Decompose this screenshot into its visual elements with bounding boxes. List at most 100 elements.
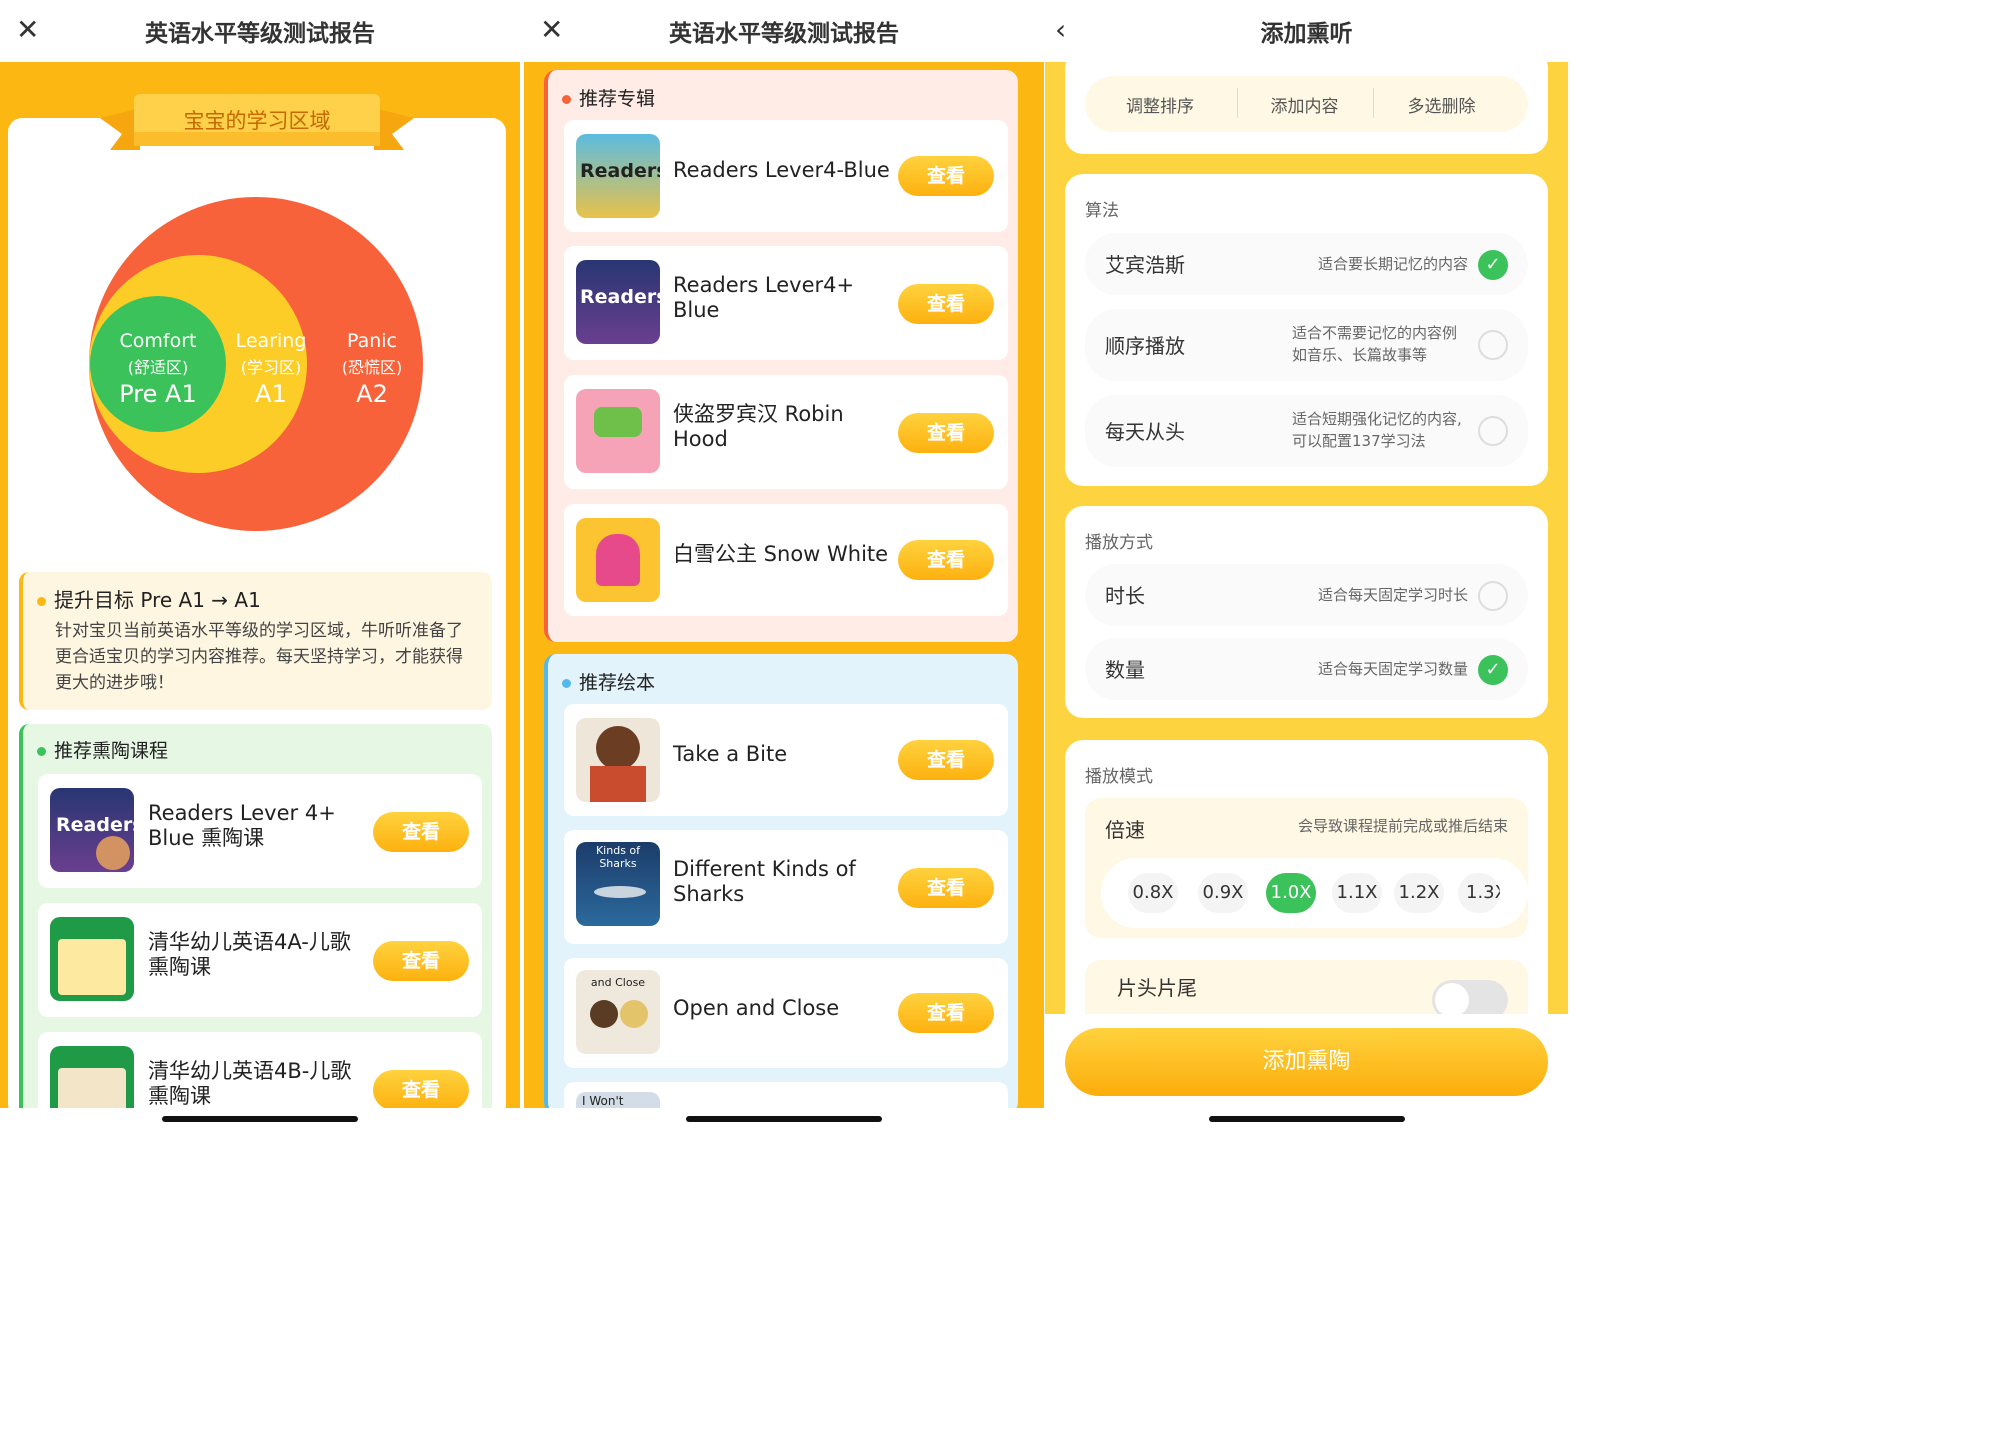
- album-item[interactable]: Readers Readers Lever4+ Blue 查看: [564, 246, 1008, 360]
- algorithm-card: 算法 艾宾浩斯 适合要长期记忆的内容 ✓ 顺序播放 适合不需要记忆的内容例如音乐…: [1065, 174, 1548, 486]
- algo-option-ebbinghaus[interactable]: 艾宾浩斯 适合要长期记忆的内容 ✓: [1085, 233, 1528, 295]
- add-button[interactable]: 添加熏陶: [1065, 1028, 1548, 1096]
- speed-chip-0.8x[interactable]: 0.8X: [1128, 873, 1178, 913]
- cover-art: [58, 939, 126, 995]
- book-title: Open and Close: [673, 996, 840, 1020]
- cover-art: [620, 1000, 648, 1028]
- bullet-dot: [562, 679, 571, 688]
- album-cover: Readers: [576, 134, 660, 218]
- speed-chip-1.0x[interactable]: 1.0X: [1266, 873, 1316, 913]
- course-title: 清华幼儿英语4A-儿歌熏陶课: [148, 930, 351, 979]
- course-item[interactable]: 清华幼儿英语4A-儿歌熏陶课 查看: [38, 903, 482, 1017]
- book-cover: and Close: [576, 970, 660, 1054]
- speed-name: 倍速: [1105, 818, 1145, 842]
- album-item[interactable]: 侠盗罗宾汉 Robin Hood 查看: [564, 375, 1008, 489]
- zone-cn: (学习区): [240, 358, 302, 377]
- book-title: Take a Bite: [673, 742, 788, 766]
- view-button[interactable]: 查看: [898, 284, 994, 324]
- comfort-zone-label: Comfort (舒适区) Pre A1: [108, 330, 208, 408]
- view-button[interactable]: 查看: [898, 868, 994, 908]
- play-option-duration[interactable]: 时长 适合每天固定学习时长: [1085, 564, 1528, 626]
- zone-level: A2: [356, 380, 388, 408]
- album-section-title: 推荐专辑: [562, 84, 655, 111]
- cover-title: Readers: [580, 160, 660, 182]
- section-label: 播放模式: [1085, 767, 1153, 787]
- album-item[interactable]: Readers Readers Lever4-Blue 查看: [564, 120, 1008, 232]
- home-indicator: [1208, 1116, 1405, 1122]
- play-method-card: 播放方式 时长 适合每天固定学习时长 数量 适合每天固定学习数量 ✓: [1065, 506, 1548, 718]
- option-name: 时长: [1105, 584, 1145, 608]
- speed-chip-1.1x[interactable]: 1.1X: [1332, 873, 1382, 913]
- tab-sort[interactable]: 调整排序: [1085, 92, 1235, 117]
- view-button[interactable]: 查看: [373, 1070, 469, 1110]
- book-item[interactable]: Take a Bite 查看: [564, 704, 1008, 816]
- radio-circle-icon[interactable]: [1478, 581, 1508, 611]
- course-title-text: 推荐熏陶课程: [54, 740, 169, 762]
- tab-add-content[interactable]: 添加内容: [1237, 92, 1372, 117]
- goal-card: 提升目标 Pre A1 → A1 针对宝贝当前英语水平等级的学习区域，牛听听准备…: [19, 572, 492, 710]
- book-title: Different Kinds of Sharks: [673, 857, 856, 906]
- album-cover: [576, 518, 660, 602]
- goal-title: 提升目标 Pre A1 → A1: [37, 584, 261, 613]
- speed-chip-1.2x[interactable]: 1.2X: [1394, 873, 1444, 913]
- option-desc: 适合要长期记忆的内容: [1317, 255, 1468, 273]
- algo-option-sequential[interactable]: 顺序播放 适合不需要记忆的内容例如音乐、长篇故事等: [1085, 309, 1528, 381]
- cover-title: Readers: [580, 286, 660, 308]
- option-desc: 适合每天固定学习数量: [1317, 660, 1468, 678]
- zone-level: Pre A1: [119, 380, 197, 408]
- book-section-title: 推荐绘本: [562, 668, 655, 695]
- intro-outro-name: 片头片尾: [1117, 976, 1197, 1000]
- cover-art: [590, 1000, 618, 1028]
- cover-title: I Won't: [582, 1094, 624, 1108]
- course-item[interactable]: Readers Readers Lever 4+ Blue 熏陶课 查看: [38, 774, 482, 888]
- zone-cn: (恐慌区): [341, 358, 403, 377]
- home-indicator: [686, 1116, 882, 1122]
- course-section-title: 推荐熏陶课程: [37, 736, 168, 763]
- zone-en: Learing: [235, 330, 307, 352]
- book-item[interactable]: and Close Open and Close 查看: [564, 958, 1008, 1068]
- banner-title: 宝宝的学习区域: [183, 109, 331, 133]
- cover-art: [590, 766, 646, 802]
- toolbar: 调整排序 添加内容 多选删除: [1085, 76, 1528, 132]
- speed-chip-0.9x[interactable]: 0.9X: [1198, 873, 1248, 913]
- album-title: Readers Lever4+ Blue: [673, 273, 855, 322]
- album-cover: Readers: [576, 260, 660, 344]
- play-option-count[interactable]: 数量 适合每天固定学习数量 ✓: [1085, 638, 1528, 700]
- book-cover: [576, 718, 660, 802]
- view-button[interactable]: 查看: [373, 812, 469, 852]
- check-icon[interactable]: ✓: [1478, 655, 1508, 685]
- radio-circle-icon[interactable]: [1478, 330, 1508, 360]
- album-title: 白雪公主 Snow White: [673, 542, 889, 566]
- book-item[interactable]: Kinds of Sharks Different Kinds of Shark…: [564, 830, 1008, 944]
- view-button[interactable]: 查看: [898, 156, 994, 196]
- album-title: 侠盗罗宾汉 Robin Hood: [673, 402, 844, 451]
- section-label: 算法: [1085, 201, 1119, 221]
- album-cover: [576, 389, 660, 473]
- radio-circle-icon[interactable]: [1478, 416, 1508, 446]
- header: ✕ 英语水平等级测试报告: [0, 0, 520, 62]
- check-icon[interactable]: ✓: [1478, 250, 1508, 280]
- book-title-text: 推荐绘本: [579, 672, 656, 694]
- tab-multi-delete[interactable]: 多选删除: [1374, 92, 1509, 117]
- report-panel-left: ✕ 英语水平等级测试报告 宝宝的学习区域 Comfort (舒适区) Pre A…: [0, 0, 520, 1130]
- course-cover: Readers: [50, 788, 134, 872]
- zone-level: A1: [255, 380, 287, 408]
- cover-title: and Close: [590, 976, 646, 989]
- bullet-dot: [562, 95, 571, 104]
- algo-option-daily-restart[interactable]: 每天从头 适合短期强化记忆的内容,可以配置137学习法: [1085, 395, 1528, 467]
- speed-chip-1.3x[interactable]: 1.3X: [1458, 873, 1500, 913]
- album-title-text: 推荐专辑: [579, 88, 656, 110]
- view-button[interactable]: 查看: [898, 540, 994, 580]
- zone-en: Comfort: [119, 330, 197, 352]
- view-button[interactable]: 查看: [898, 740, 994, 780]
- add-listening-panel: ‹ 添加熏听 调整排序 添加内容 多选删除 算法 艾宾浩斯 适合要长期记忆的内容…: [1045, 0, 1568, 1130]
- view-button[interactable]: 查看: [898, 993, 994, 1033]
- option-name: 每天从头: [1105, 420, 1185, 444]
- album-item[interactable]: 白雪公主 Snow White 查看: [564, 504, 1008, 616]
- option-desc: 适合短期强化记忆的内容,可以配置137学习法: [1292, 410, 1462, 450]
- option-desc: 适合不需要记忆的内容例如音乐、长篇故事等: [1292, 324, 1458, 364]
- view-button[interactable]: 查看: [898, 413, 994, 453]
- view-button[interactable]: 查看: [373, 941, 469, 981]
- course-cover: [50, 917, 134, 1001]
- cover-art: [596, 726, 640, 770]
